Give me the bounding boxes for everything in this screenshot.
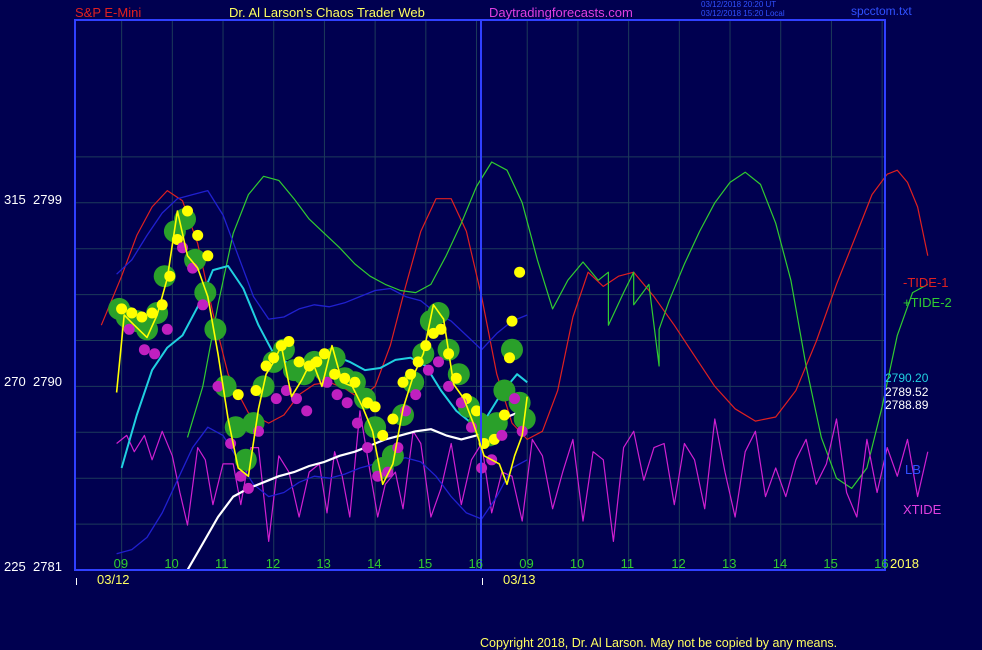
timestamp-local: 03/12/2018 15:20 Local — [701, 9, 785, 18]
marker-yellow-balls — [164, 270, 176, 282]
marker-magenta-balls — [496, 429, 508, 441]
x-tick-label: 14 — [367, 556, 382, 571]
series-price — [115, 210, 528, 486]
site-link[interactable]: Daytradingforecasts.com — [489, 6, 633, 19]
marker-yellow-balls — [504, 352, 515, 364]
marker-yellow-balls — [283, 336, 295, 347]
x-tick-label: 10 — [164, 556, 179, 571]
marker-yellow-balls — [116, 303, 128, 315]
marker-magenta-balls — [331, 389, 343, 401]
symbol-label: S&P E-Mini — [75, 5, 142, 20]
marker-yellow-balls — [387, 413, 399, 425]
x-tick-label: 16 — [874, 556, 889, 571]
marker-yellow-balls — [232, 389, 244, 401]
marker-magenta-balls — [410, 389, 422, 401]
legend-tide1: -TIDE-1 — [903, 275, 949, 290]
marker-yellow-balls — [250, 385, 262, 396]
marker-magenta-balls — [341, 397, 353, 409]
price-value-cyan: 2790.20 — [885, 371, 929, 385]
x-tick-label: 09 — [519, 556, 534, 571]
price-value-white: 2788.89 — [885, 398, 929, 412]
chart-canvas — [74, 19, 929, 571]
chart-title: Dr. Al Larson's Chaos Trader Web — [229, 5, 425, 20]
x-tick-label: 16 — [468, 556, 483, 571]
legend-lb: LB — [905, 462, 921, 477]
marker-yellow-balls — [293, 356, 305, 368]
marker-yellow-balls — [498, 409, 510, 421]
y-label-xtide-top: 315 — [4, 192, 26, 207]
marker-yellow-balls — [506, 315, 518, 327]
copyright-notice: Copyright 2018, Dr. Al Larson. May not b… — [480, 636, 838, 650]
x-tick-label: 11 — [215, 556, 229, 571]
marker-magenta-balls — [161, 323, 173, 335]
marker-yellow-balls — [192, 229, 204, 241]
data-file-label: spcctom.txt — [851, 4, 912, 18]
marker-magenta-balls — [138, 344, 150, 356]
x-tick-label: 15 — [823, 556, 838, 571]
x-tick-label: 11 — [620, 556, 635, 571]
y-label-price-mid: 2790 — [33, 374, 62, 389]
marker-yellow-balls — [397, 376, 409, 388]
x-tick-label: 13 — [316, 556, 331, 571]
marker-magenta-balls — [362, 442, 373, 454]
marker-magenta-balls — [443, 380, 455, 392]
marker-yellow-balls — [377, 429, 389, 441]
x-tick-label: 13 — [722, 556, 737, 571]
x-tick-label: 14 — [772, 556, 788, 571]
series-tide-2 — [186, 161, 929, 489]
y-label-xtide-mid: 270 — [4, 374, 26, 389]
marker-yellow-balls — [202, 250, 214, 262]
marker-yellow-balls — [514, 266, 526, 278]
price-value-yellow: 2789.52 — [885, 385, 929, 399]
marker-yellow-balls — [126, 307, 138, 319]
date-label-day2: 03/13 — [503, 572, 536, 587]
marker-magenta-balls — [187, 262, 199, 274]
chart-series — [100, 161, 929, 571]
marker-magenta-balls — [123, 323, 135, 335]
marker-magenta-balls — [392, 442, 404, 454]
x-tick-label: 12 — [265, 556, 281, 571]
marker-magenta-balls — [301, 405, 313, 417]
timestamp-utc: 03/12/2018 20:20 UT — [701, 0, 777, 9]
marker-yellow-balls — [260, 360, 272, 372]
day1-tick — [76, 578, 77, 585]
marker-magenta-balls — [149, 348, 161, 360]
marker-magenta-balls — [242, 482, 254, 494]
day2-tick — [482, 578, 483, 585]
marker-magenta-balls — [197, 299, 209, 311]
x-tick-label: 09 — [113, 556, 129, 571]
x-tick-label: 15 — [417, 556, 433, 571]
marker-magenta-balls — [433, 356, 444, 368]
y-label-xtide-bottom: 225 — [4, 559, 26, 574]
legend-tide2: +TIDE-2 — [903, 295, 952, 310]
y-label-price-bottom: 2781 — [33, 559, 62, 574]
marker-magenta-balls — [422, 364, 434, 376]
y-label-price-top: 2799 — [33, 192, 62, 207]
x-tick-label: 10 — [569, 556, 585, 571]
marker-magenta-balls — [270, 393, 282, 405]
marker-magenta-balls — [382, 466, 394, 478]
marker-yellow-balls — [182, 205, 193, 217]
marker-yellow-balls — [369, 401, 381, 413]
series-lb — [116, 426, 528, 555]
legend-xtide: XTIDE — [903, 502, 942, 517]
date-label-day1: 03/12 — [97, 572, 130, 587]
x-tick-label: 12 — [671, 556, 686, 571]
marker-magenta-balls — [351, 417, 363, 429]
marker-magenta-balls — [509, 393, 521, 405]
marker-yellow-balls — [136, 311, 148, 323]
year-label: 2018 — [890, 556, 919, 571]
